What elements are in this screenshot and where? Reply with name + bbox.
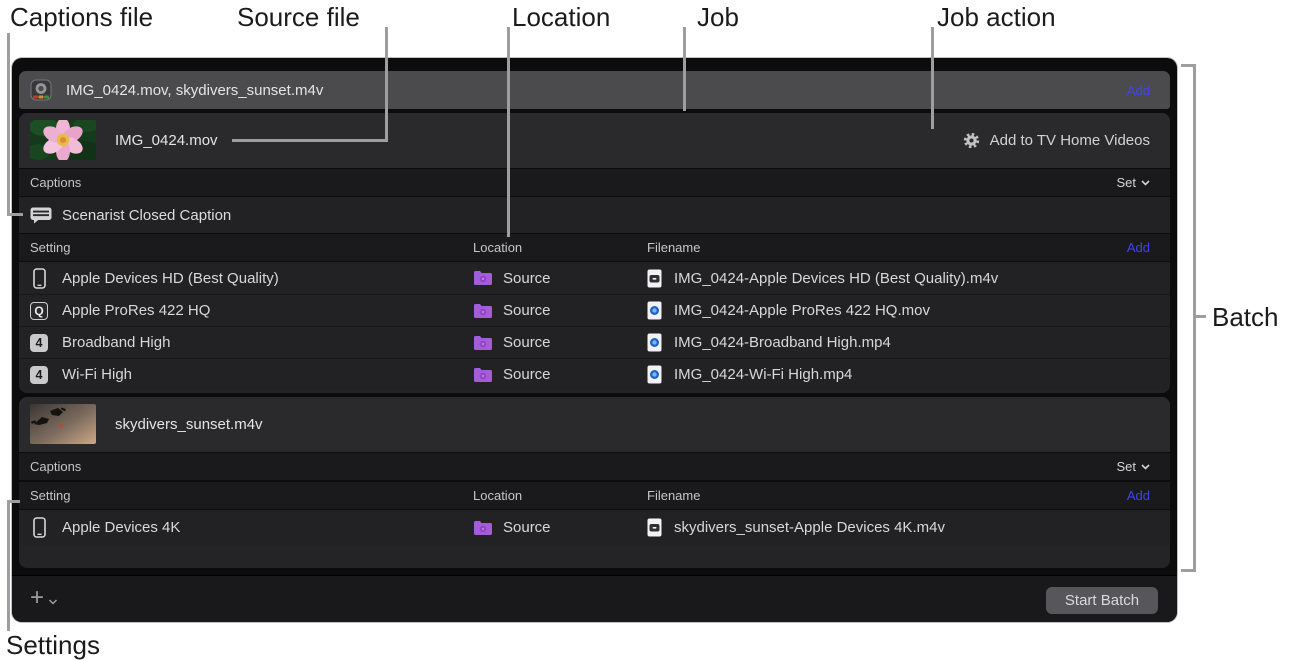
location-value: Source — [503, 334, 551, 351]
caption-file-row[interactable]: Scenarist Closed Caption — [19, 197, 1170, 233]
folder-icon — [473, 303, 493, 319]
label-source-file: Source file — [237, 2, 360, 33]
mov-file-icon — [647, 365, 662, 384]
callout-line-location — [507, 27, 510, 237]
output-row[interactable]: Apple Devices 4K Source — [19, 510, 1170, 545]
captions-header-label: Captions — [30, 459, 81, 474]
setting-name: Wi-Fi High — [62, 366, 132, 383]
job-thumbnail-skydivers — [30, 404, 96, 444]
captions-section-header: Captions Set — [19, 168, 1170, 197]
chevron-down-icon — [48, 599, 58, 605]
iphone-icon — [30, 517, 48, 538]
captions-set-dropdown[interactable]: Set — [1116, 175, 1150, 190]
folder-icon — [473, 270, 493, 286]
filename-value: skydivers_sunset-Apple Devices 4K.m4v — [674, 519, 945, 536]
callout-tick-captions-file — [7, 213, 23, 216]
add-setting-button[interactable]: Add — [1127, 240, 1150, 255]
gear-icon — [963, 132, 980, 149]
captions-header-label: Captions — [30, 175, 81, 190]
captions-set-dropdown[interactable]: Set — [1116, 459, 1150, 474]
add-setting-button[interactable]: Add — [1127, 488, 1150, 503]
caption-bubble-icon — [30, 207, 52, 224]
filename-value: IMG_0424-Wi-Fi High.mp4 — [674, 366, 852, 383]
callout-line-captions-file — [7, 33, 10, 216]
label-job-action: Job action — [937, 2, 1056, 33]
column-location: Location — [473, 488, 522, 503]
page: Captions file Source file Location Job J… — [0, 0, 1303, 660]
label-settings: Settings — [6, 630, 100, 660]
plus-icon: + — [30, 586, 44, 610]
job-action-button[interactable]: Add to TV Home Videos — [963, 113, 1150, 168]
captions-section-header: Captions Set — [19, 452, 1170, 481]
callout-line-job — [683, 27, 686, 111]
compressor-batch-window: IMG_0424.mov, skydivers_sunset.m4v Add — [12, 58, 1177, 622]
m4v-file-icon — [647, 269, 662, 288]
column-filename: Filename — [647, 240, 700, 255]
setting-name: Apple ProRes 422 HQ — [62, 302, 210, 319]
add-menu-button[interactable]: + — [30, 576, 58, 623]
mpeg4-setting-icon: 4 — [30, 334, 48, 352]
column-location: Location — [473, 240, 522, 255]
output-row[interactable]: Q Apple ProRes 422 HQ Source — [19, 294, 1170, 326]
callout-tick-settings — [7, 500, 20, 503]
callout-line-job-action — [931, 27, 934, 129]
settings-table-header: Setting Location Filename Add — [19, 481, 1170, 510]
caption-file-name: Scenarist Closed Caption — [62, 207, 231, 224]
filename-value: IMG_0424-Apple ProRes 422 HQ.mov — [674, 302, 930, 319]
callout-tick-batch-bottom — [1181, 569, 1196, 572]
chevron-down-icon — [1141, 464, 1150, 470]
add-job-button[interactable]: Add — [1127, 83, 1150, 98]
start-batch-button[interactable]: Start Batch — [1046, 587, 1158, 614]
filename-value: IMG_0424-Apple Devices HD (Best Quality)… — [674, 270, 998, 287]
output-row[interactable]: Apple Devices HD (Best Quality) Source — [19, 262, 1170, 294]
callout-line-source-file — [385, 27, 388, 142]
batch-header[interactable]: IMG_0424.mov, skydivers_sunset.m4v Add — [19, 71, 1170, 109]
output-row[interactable]: 4 Broadband High Source — [19, 326, 1170, 358]
job-thumbnail-flower — [30, 120, 96, 160]
column-setting: Setting — [30, 488, 70, 503]
chevron-down-icon — [1141, 180, 1150, 186]
location-value: Source — [503, 302, 551, 319]
filename-value: IMG_0424-Broadband High.mp4 — [674, 334, 891, 351]
label-job: Job — [697, 2, 739, 33]
column-filename: Filename — [647, 488, 700, 503]
callout-line-batch — [1193, 64, 1196, 572]
label-batch: Batch — [1212, 302, 1279, 333]
settings-table-header: Setting Location Filename Add — [19, 233, 1170, 262]
iphone-icon — [30, 268, 48, 289]
callout-line-settings — [7, 500, 10, 631]
job-action-label: Add to TV Home Videos — [990, 132, 1150, 149]
location-value: Source — [503, 270, 551, 287]
batch-title: IMG_0424.mov, skydivers_sunset.m4v — [66, 82, 323, 99]
batch-icon — [30, 79, 52, 101]
folder-icon — [473, 520, 493, 536]
column-setting: Setting — [30, 240, 70, 255]
callout-tick-source-file — [232, 139, 388, 142]
setting-name: Apple Devices HD (Best Quality) — [62, 270, 279, 287]
callout-tick-batch-top — [1181, 64, 1196, 67]
job-card-skydivers: skydivers_sunset.m4v Captions Set Settin… — [19, 397, 1170, 568]
job-row[interactable]: IMG_0424.mov Add to TV Home Videos — [19, 113, 1170, 168]
location-value: Source — [503, 519, 551, 536]
label-location: Location — [512, 2, 610, 33]
setting-name: Broadband High — [62, 334, 170, 351]
job-card-img-0424: IMG_0424.mov Add to TV Home Videos Capti… — [19, 113, 1170, 393]
bottom-toolbar: + Start Batch — [12, 575, 1177, 622]
quicktime-setting-icon: Q — [30, 302, 48, 320]
folder-icon — [473, 367, 493, 383]
mov-file-icon — [647, 301, 662, 320]
location-value: Source — [503, 366, 551, 383]
source-file-name: skydivers_sunset.m4v — [115, 397, 263, 452]
job-row[interactable]: skydivers_sunset.m4v — [19, 397, 1170, 452]
source-file-name: IMG_0424.mov — [115, 113, 218, 168]
output-row[interactable]: 4 Wi-Fi High Source — [19, 358, 1170, 390]
setting-name: Apple Devices 4K — [62, 519, 180, 536]
mov-file-icon — [647, 333, 662, 352]
m4v-file-icon — [647, 518, 662, 537]
callout-tick-batch-label — [1193, 315, 1206, 318]
folder-icon — [473, 335, 493, 351]
mpeg4-setting-icon: 4 — [30, 366, 48, 384]
label-captions-file: Captions file — [10, 2, 153, 33]
